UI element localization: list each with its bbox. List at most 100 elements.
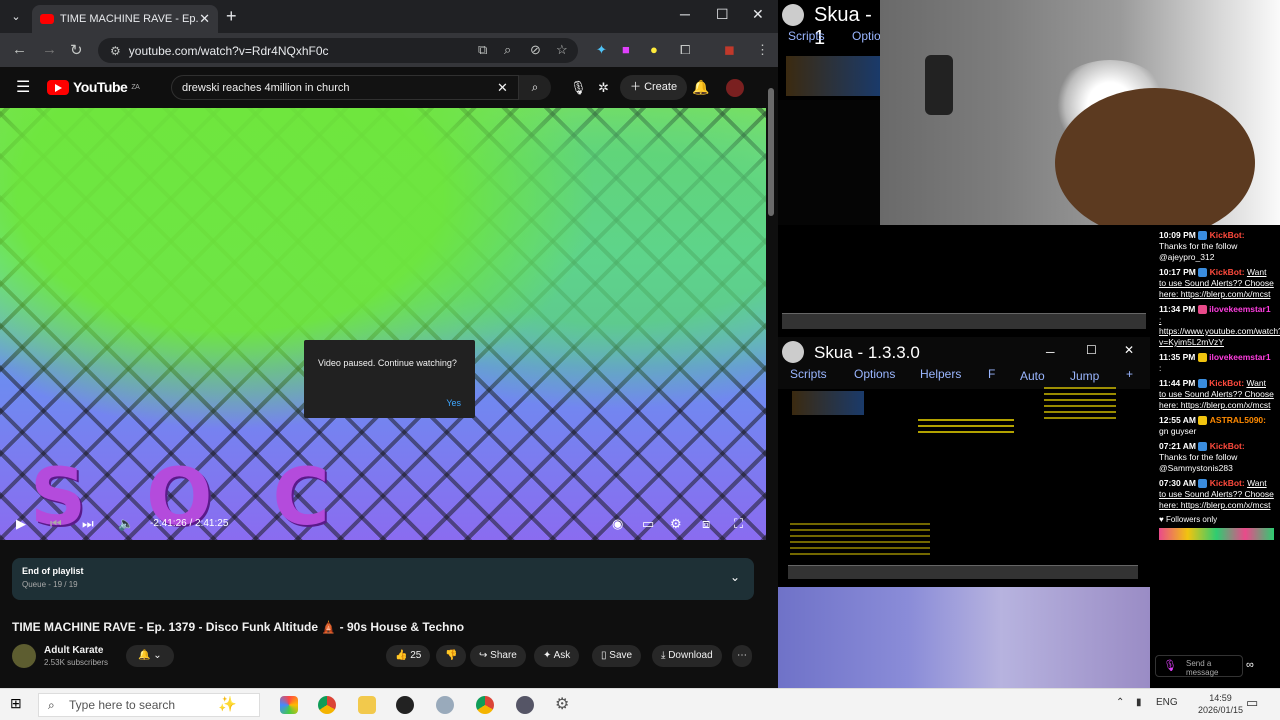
volume-icon[interactable]: 🔈: [118, 516, 134, 532]
extensions-puzzle-icon[interactable]: ⧠: [680, 42, 690, 58]
skua2-minimize-button[interactable]: ─: [1046, 345, 1055, 359]
skua2-close-button[interactable]: ✕: [1124, 343, 1134, 357]
app-icon[interactable]: [396, 696, 414, 714]
chat-user[interactable]: KickBot:: [1210, 478, 1245, 488]
settings-gear-icon[interactable]: ⚙: [555, 694, 569, 714]
page-scrollbar[interactable]: [766, 80, 776, 685]
skua2-menu-add[interactable]: +: [1126, 367, 1133, 381]
new-tab-button[interactable]: +: [226, 6, 237, 27]
skua2-menu-helpers[interactable]: Helpers: [920, 367, 961, 381]
emote-picker-icon[interactable]: ∞: [1246, 659, 1254, 671]
subtitles-icon[interactable]: ▭: [642, 516, 654, 532]
profile-avatar[interactable]: ◼: [724, 42, 735, 58]
show-hidden-icons-icon[interactable]: ⌃: [1116, 697, 1124, 708]
windows-start-icon[interactable]: ⊞: [10, 695, 22, 712]
dislike-button[interactable]: 👎: [436, 645, 467, 667]
chat-user[interactable]: ilovekeemstar1: [1209, 352, 1270, 362]
scrollbar-thumb[interactable]: [768, 88, 774, 216]
app-icon[interactable]: [516, 696, 534, 714]
skua2-menu-f[interactable]: F: [988, 367, 995, 381]
language-indicator[interactable]: ENG: [1156, 697, 1178, 708]
skua2-menu-jump[interactable]: Jump: [1070, 369, 1099, 383]
eye-off-icon[interactable]: ⊘: [530, 42, 541, 58]
chat-text[interactable]: : https://www.youtube.com/watch?v=Kyim5L…: [1159, 315, 1280, 347]
playlist-panel[interactable]: End of playlist Queue - 19 / 19 ⌄: [12, 558, 754, 600]
site-info-icon[interactable]: ⚙: [110, 44, 121, 58]
more-actions-button[interactable]: ⋯: [732, 645, 752, 667]
notifications-icon[interactable]: ▭: [1246, 695, 1258, 711]
skua-game-area-1[interactable]: [778, 225, 1150, 335]
search-button[interactable]: ⌕: [519, 75, 551, 100]
skua2-menu-options[interactable]: Options: [854, 367, 895, 381]
miniplayer-icon[interactable]: ⧈: [702, 516, 710, 532]
share-button[interactable]: ↪ Share: [470, 645, 526, 667]
hamburger-menu-icon[interactable]: ☰: [16, 77, 30, 97]
back-icon[interactable]: ←: [12, 41, 27, 58]
copilot-sparkle-icon[interactable]: ✨: [218, 695, 237, 713]
settings-gear-icon[interactable]: ⚙: [670, 516, 682, 532]
file-explorer-icon[interactable]: [358, 696, 376, 714]
copilot-icon[interactable]: [280, 696, 298, 714]
subscribe-bell-button[interactable]: 🔔 ⌄: [126, 645, 174, 667]
emote-row[interactable]: [1159, 528, 1274, 540]
install-app-icon[interactable]: ⧉: [478, 42, 487, 58]
skua2-menu-scripts[interactable]: Scripts: [790, 367, 827, 381]
microphone-icon[interactable]: 🎙: [570, 80, 587, 96]
forward-icon[interactable]: →: [42, 41, 57, 58]
account-avatar[interactable]: [726, 79, 744, 97]
chat-user[interactable]: ilovekeemstar1: [1209, 304, 1270, 314]
chat-user[interactable]: ASTRAL5090:: [1210, 415, 1266, 425]
extension-icon[interactable]: ●: [650, 42, 658, 57]
game-action-bar[interactable]: [782, 313, 1146, 329]
close-window-button[interactable]: ✕: [752, 6, 764, 23]
dialog-yes-button[interactable]: Yes: [446, 398, 461, 408]
bookmark-star-icon[interactable]: ☆: [556, 42, 568, 58]
assistant-icon[interactable]: ✲: [598, 80, 609, 96]
game-canvas[interactable]: [778, 100, 880, 225]
zoom-icon[interactable]: ⌕: [504, 42, 511, 58]
chevron-down-icon[interactable]: ⌄: [730, 570, 740, 584]
channel-avatar[interactable]: [12, 644, 36, 668]
close-tab-icon[interactable]: ✕: [199, 11, 210, 27]
reload-icon[interactable]: ↻: [70, 41, 83, 59]
menu-dots-icon[interactable]: ⋮: [756, 42, 769, 58]
chrome-profile-icon[interactable]: [476, 696, 494, 714]
chat-user[interactable]: KickBot:: [1210, 441, 1245, 451]
search-input[interactable]: drewski reaches 4million in church: [171, 75, 519, 100]
save-button[interactable]: ▯ Save: [592, 645, 642, 667]
chat-user[interactable]: KickBot:: [1210, 267, 1245, 277]
game-action-bar[interactable]: [788, 565, 1138, 579]
microphone-icon[interactable]: 🎙: [1163, 659, 1177, 672]
like-button[interactable]: 👍 25: [386, 645, 431, 667]
download-button[interactable]: ⤓ Download: [652, 645, 722, 667]
chat-user[interactable]: KickBot:: [1210, 230, 1245, 240]
video-player[interactable]: SOC ▶ ⏮ ⏭ 🔈 -2:41:26 / 2:41:25 ◉ ▭ ⚙ ⧈ ⛶: [0, 108, 766, 540]
skua2-menu-auto[interactable]: Auto: [1020, 369, 1045, 383]
minimize-button[interactable]: ─: [680, 6, 690, 22]
extension-icon[interactable]: ✦: [596, 42, 607, 58]
channel-name[interactable]: Adult Karate: [44, 645, 103, 656]
next-icon[interactable]: ⏭: [82, 516, 94, 532]
taskbar-clock[interactable]: 14:59 2026/01/15: [1198, 692, 1243, 716]
skua2-maximize-button[interactable]: ☐: [1086, 343, 1097, 357]
tab-youtube[interactable]: TIME MACHINE RAVE - Ep. ✕: [32, 5, 218, 33]
badge-icon: [1198, 231, 1208, 241]
chrome-icon[interactable]: [318, 696, 336, 714]
extension-icon[interactable]: ■: [622, 42, 630, 57]
app-icon[interactable]: [436, 696, 454, 714]
play-icon[interactable]: ▶: [16, 516, 26, 532]
fullscreen-icon[interactable]: ⛶: [734, 516, 743, 532]
chat-user[interactable]: KickBot:: [1209, 378, 1244, 388]
ask-button[interactable]: ✦ Ask: [534, 645, 580, 667]
maximize-button[interactable]: ☐: [716, 6, 729, 23]
clear-search-icon[interactable]: ✕: [497, 80, 508, 96]
notifications-bell-icon[interactable]: 🔔: [692, 79, 709, 96]
create-button[interactable]: ＋ Create: [620, 75, 688, 100]
skua-menu-options[interactable]: Optio: [852, 29, 881, 43]
autoplay-toggle-icon[interactable]: ◉: [612, 516, 623, 532]
skua-menu-scripts[interactable]: Scripts: [788, 29, 825, 43]
tab-search-button[interactable]: ⌄: [6, 8, 26, 26]
previous-icon[interactable]: ⏮: [50, 516, 62, 532]
battery-icon[interactable]: ▮: [1136, 697, 1142, 708]
youtube-logo[interactable]: YouTube ZA: [47, 79, 140, 95]
